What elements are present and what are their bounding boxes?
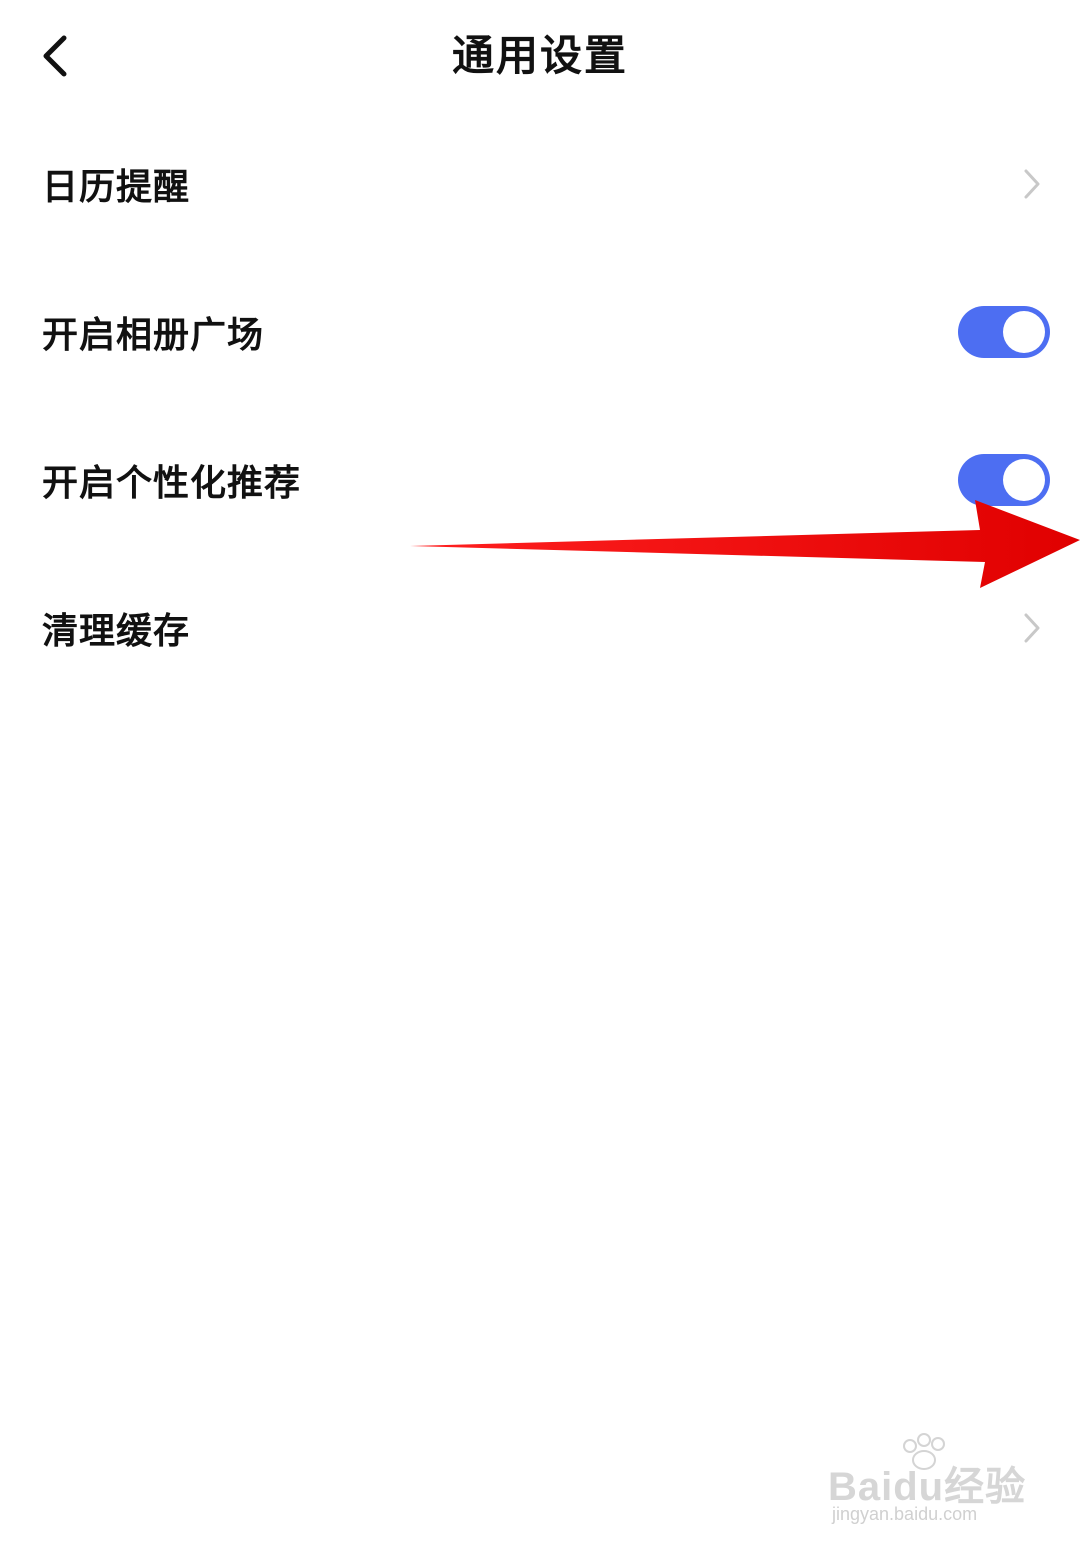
chevron-right-icon (1020, 610, 1044, 646)
watermark-url: jingyan.baidu.com (832, 1504, 978, 1524)
setting-row-calendar-reminder[interactable]: 日历提醒 (0, 110, 1080, 258)
setting-label: 开启相册广场 (42, 315, 265, 356)
setting-row-album-plaza: 开启相册广场 (0, 258, 1080, 406)
page-title: 通用设置 (451, 31, 628, 80)
setting-label: 清理缓存 (42, 611, 191, 652)
baidu-jingyan-watermark: Baidu经验 jingyan.baidu.com (826, 1432, 1036, 1532)
personalized-recommend-toggle[interactable] (958, 454, 1050, 506)
nav-bar: 通用设置 (0, 0, 1080, 100)
toggle-knob (1003, 311, 1045, 353)
setting-row-personalized-recommend: 开启个性化推荐 (0, 406, 1080, 554)
album-plaza-toggle[interactable] (958, 306, 1050, 358)
chevron-right-icon (1020, 166, 1044, 202)
settings-list: 日历提醒 开启相册广场 开启个性化推荐 清理缓存 (0, 110, 1080, 702)
setting-label: 开启个性化推荐 (42, 463, 302, 504)
setting-row-clear-cache[interactable]: 清理缓存 (0, 554, 1080, 702)
setting-label: 日历提醒 (42, 167, 191, 208)
toggle-knob (1003, 459, 1045, 501)
